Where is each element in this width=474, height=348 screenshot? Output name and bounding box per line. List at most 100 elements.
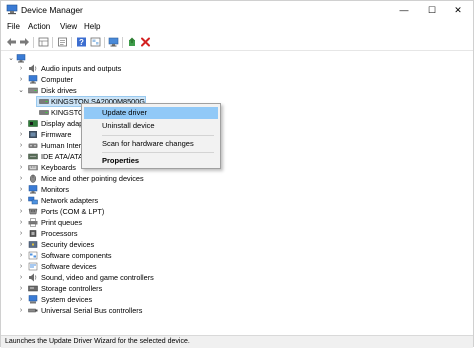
tree-item-label: Universal Serial Bus controllers — [41, 306, 143, 315]
tree-item-usb-controllers[interactable]: › Universal Serial Bus controllers — [1, 305, 473, 316]
expand-chevron-icon[interactable]: › — [17, 151, 25, 162]
expand-chevron-icon[interactable]: › — [17, 63, 25, 74]
close-button[interactable]: ✕ — [445, 1, 471, 19]
drive-icon — [39, 110, 49, 115]
tree-item-ports[interactable]: › Ports (COM & LPT) — [1, 206, 473, 217]
drive-icon — [39, 99, 49, 104]
tree-item-audio[interactable]: › Audio inputs and outputs — [1, 63, 473, 74]
tree-item-label: Disk drives — [41, 86, 77, 95]
tree-item-software-devices[interactable]: › Software devices — [1, 261, 473, 272]
expand-chevron-icon[interactable]: › — [17, 206, 25, 217]
uninstall-x-icon[interactable] — [139, 36, 151, 48]
software-icon — [28, 251, 38, 260]
forward-arrow-icon[interactable] — [18, 36, 30, 48]
expand-chevron-icon[interactable]: › — [17, 228, 25, 239]
context-properties[interactable]: Properties — [84, 155, 218, 167]
show-hidden-icon[interactable] — [89, 36, 101, 48]
minimize-button[interactable]: — — [391, 1, 417, 19]
tree-item-label: Sound, video and game controllers — [41, 273, 154, 282]
security-icon — [28, 241, 38, 248]
context-item-label: Update driver — [102, 108, 148, 117]
back-arrow-icon[interactable] — [5, 36, 17, 48]
expand-chevron-icon[interactable]: › — [17, 129, 25, 140]
expand-chevron-icon[interactable]: › — [17, 283, 25, 294]
expand-chevron-icon[interactable]: › — [17, 261, 25, 272]
tree-item-label: Print queues — [41, 218, 82, 227]
tree-item-print-queues[interactable]: › Print queues — [1, 217, 473, 228]
speaker-icon — [29, 273, 37, 282]
menu-action[interactable]: Action — [28, 21, 50, 33]
tree-item-system-devices[interactable]: › System devices — [1, 294, 473, 305]
expand-chevron-icon[interactable]: › — [17, 162, 25, 173]
expand-chevron-icon[interactable]: › — [17, 195, 25, 206]
context-scan-hardware[interactable]: Scan for hardware changes — [84, 138, 218, 150]
usb-icon — [28, 308, 38, 313]
menu-view[interactable]: View — [60, 21, 77, 33]
disk-icon — [28, 87, 38, 94]
expand-chevron-icon[interactable]: › — [17, 140, 25, 151]
menu-file[interactable]: File — [7, 21, 20, 33]
monitor-scan-icon[interactable] — [107, 36, 119, 48]
tree-item-label: Security devices — [41, 240, 95, 249]
context-update-driver[interactable]: Update driver — [84, 107, 218, 119]
status-bar: Launches the Update Driver Wizard for th… — [1, 335, 473, 348]
system-icon — [28, 295, 38, 304]
tree-item-computer[interactable]: › Computer — [1, 74, 473, 85]
network-icon — [28, 196, 38, 205]
maximize-button[interactable]: ☐ — [419, 1, 445, 19]
context-item-label: Uninstall device — [102, 121, 155, 130]
tree-item-label: Keyboards — [41, 163, 76, 172]
tree-item-monitors[interactable]: › Monitors — [1, 184, 473, 195]
expand-chevron-icon[interactable]: › — [17, 239, 25, 250]
display-adapter-icon — [28, 120, 38, 127]
expand-chevron-icon[interactable]: › — [17, 305, 25, 316]
device-tree: ⌄ › Audio inputs and outputs › Computer … — [1, 51, 473, 334]
expand-chevron-icon[interactable]: › — [17, 250, 25, 261]
tree-item-processors[interactable]: › Processors — [1, 228, 473, 239]
tree-item-label: Ports (COM & LPT) — [41, 207, 105, 216]
device-manager-window: Device Manager — ☐ ✕ File Action View He… — [0, 0, 474, 348]
tree-item-kingston-selected[interactable]: KINGSTON SA2000M8500G — [1, 96, 473, 107]
context-uninstall-device[interactable]: Uninstall device — [84, 120, 218, 132]
update-driver-icon[interactable] — [126, 36, 138, 48]
expand-chevron-icon[interactable]: › — [17, 294, 25, 305]
tree-item-keyboards[interactable]: › Keyboards — [1, 162, 473, 173]
computer-icon — [16, 54, 26, 63]
window-title: Device Manager — [21, 5, 83, 15]
tree-item-label: Software devices — [41, 262, 97, 271]
context-item-label: Scan for hardware changes — [102, 139, 194, 148]
menu-bar: File Action View Help — [1, 19, 473, 34]
expand-chevron-icon[interactable]: › — [17, 272, 25, 283]
tree-item-display-adapters[interactable]: › Display adap — [1, 118, 473, 129]
status-text: Launches the Update Driver Wizard for th… — [5, 338, 190, 345]
tree-item-label: Mice and other pointing devices — [41, 174, 144, 183]
expand-chevron-icon[interactable]: › — [17, 184, 25, 195]
tree-item-mice[interactable]: › Mice and other pointing devices — [1, 173, 473, 184]
expand-chevron-icon[interactable]: › — [17, 217, 25, 228]
tree-item-network-adapters[interactable]: › Network adapters — [1, 195, 473, 206]
driver-details-icon[interactable] — [56, 36, 68, 48]
tree-item-security[interactable]: › Security devices — [1, 239, 473, 250]
context-separator — [102, 135, 214, 136]
menu-help[interactable]: Help — [84, 21, 100, 33]
keyboard-icon — [28, 165, 38, 171]
tree-item-storage-controllers[interactable]: › Storage controllers — [1, 283, 473, 294]
properties-grid-icon[interactable] — [37, 36, 49, 48]
tree-item-human-interface[interactable]: › Human Inter — [1, 140, 473, 151]
tree-item-software-components[interactable]: › Software components — [1, 250, 473, 261]
expand-chevron-icon[interactable]: › — [17, 173, 25, 184]
tree-item-sound-video[interactable]: › Sound, video and game controllers — [1, 272, 473, 283]
storage-icon — [28, 285, 38, 292]
collapse-chevron-icon[interactable]: ⌄ — [17, 85, 25, 96]
tree-item-firmware[interactable]: › Firmware — [1, 129, 473, 140]
tree-item-ide-ata[interactable]: › IDE ATA/ATA — [1, 151, 473, 162]
expand-chevron-icon[interactable]: › — [17, 74, 25, 85]
help-icon[interactable]: ? — [75, 36, 87, 48]
tree-item-label: Firmware — [41, 130, 72, 139]
toolbar-separator — [122, 37, 123, 48]
tree-item-kingston-2[interactable]: KINGSTO — [1, 107, 473, 118]
tree-item-disk-drives[interactable]: ⌄ Disk drives — [1, 85, 473, 96]
tree-item-label: Software components — [41, 251, 112, 260]
software-icon — [28, 262, 38, 271]
expand-chevron-icon[interactable]: › — [17, 118, 25, 129]
